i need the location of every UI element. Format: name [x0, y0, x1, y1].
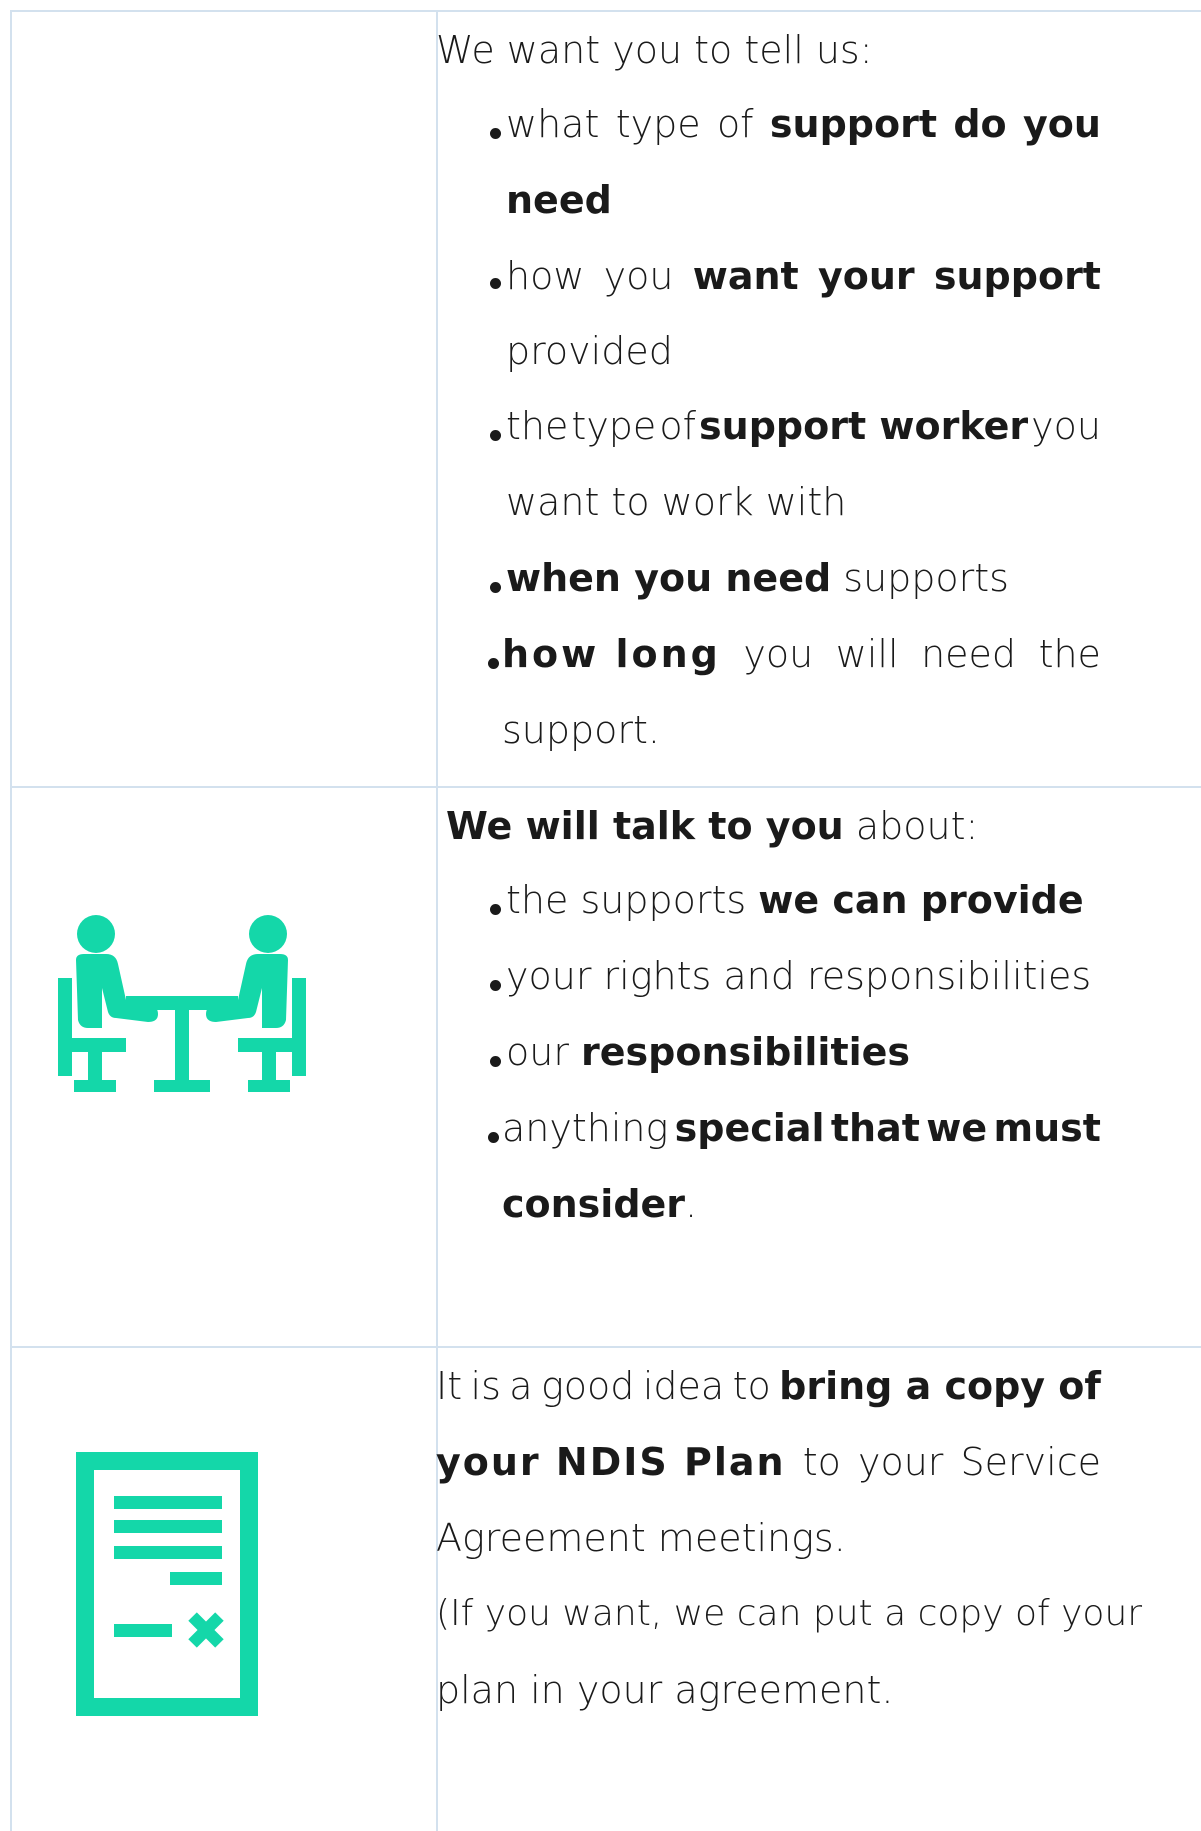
list-item: the type of support worker you	[506, 404, 1101, 448]
list-item-continuation: provided	[506, 329, 673, 373]
table-row: We will talk to you about: the supports …	[10, 786, 1201, 1348]
bullet-icon	[490, 582, 501, 593]
paragraph-line: (If you want, we can put a copy of your	[436, 1593, 1143, 1634]
intro-text: We want you to tell us:	[436, 28, 873, 72]
paragraph-line: your NDIS Plan to your Service	[436, 1440, 1101, 1484]
icon-cell	[10, 788, 438, 1348]
list-item-continuation: want to work with	[506, 480, 847, 524]
list-item: when you need supports	[506, 556, 1009, 600]
list-item-continuation: support.	[502, 708, 660, 752]
list-item-continuation: need	[506, 178, 612, 222]
bullet-icon	[488, 658, 499, 669]
icon-cell	[10, 1348, 438, 1831]
bullet-icon	[490, 128, 501, 139]
meeting-icon	[58, 915, 306, 1092]
bullet-icon	[490, 1056, 501, 1067]
bullet-icon	[490, 980, 501, 991]
text-cell: We want you to tell us: what type of suppor…	[436, 12, 1201, 788]
list-item: our responsibilities	[506, 1030, 911, 1074]
paragraph-line: plan in your agreement.	[436, 1668, 894, 1712]
paragraph-line: Agreement meetings.	[436, 1516, 846, 1560]
table-row: It is a good idea to bring a copy of your NDIS…	[10, 1346, 1201, 1831]
list-item: how long you will need the	[502, 632, 1101, 676]
list-item-continuation: consider.	[502, 1182, 698, 1226]
list-item: how you want your support	[506, 254, 1101, 298]
list-item: what type of support do you	[506, 102, 1101, 146]
intro-text: We will talk to you about:	[446, 804, 979, 848]
bullet-icon	[488, 1132, 499, 1143]
list-item: anything special that we must	[502, 1106, 1101, 1150]
bullet-icon	[490, 430, 501, 441]
icon-cell	[10, 12, 438, 788]
text-cell: It is a good idea to bring a copy of your NDIS…	[436, 1348, 1201, 1831]
list-item: the supports we can provide	[506, 878, 1084, 922]
list-item: your rights and responsibilities	[506, 954, 1092, 998]
bullet-icon	[490, 904, 501, 915]
bullet-icon	[490, 278, 501, 289]
text-cell: We will talk to you about: the supports …	[436, 788, 1201, 1348]
table-row: We want you to tell us: what type of suppor…	[10, 10, 1201, 788]
document-icon	[76, 1452, 258, 1716]
paragraph-line: It is a good idea to bring a copy of	[436, 1364, 1101, 1408]
